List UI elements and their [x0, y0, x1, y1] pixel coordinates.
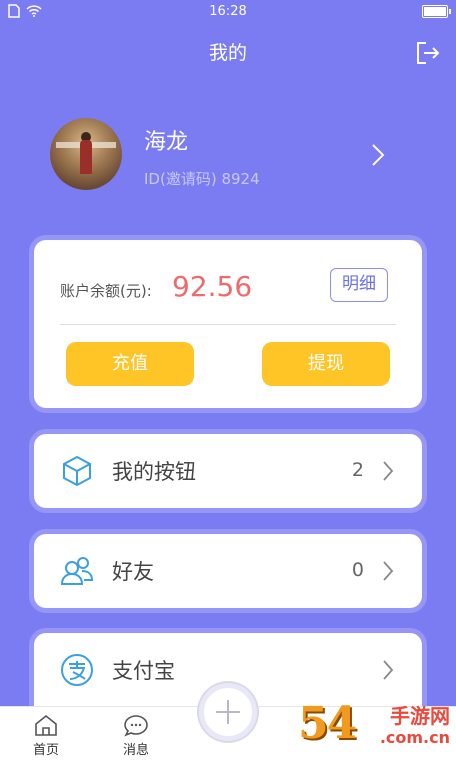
tab-messages[interactable]: 消息 [106, 713, 166, 758]
message-icon [124, 715, 148, 737]
status-time: 16:28 [209, 4, 247, 19]
cube-icon [63, 455, 91, 487]
menu-item-count: 2 [351, 459, 364, 481]
page-header: 我的 [0, 24, 456, 80]
divider [60, 324, 396, 325]
tab-home-label: 首页 [32, 743, 59, 758]
watermark-logo: 54 手游网 .com.cn [298, 696, 450, 756]
profile-section[interactable]: 海龙 ID(邀请码) 8924 [0, 110, 456, 200]
chevron-right-icon [383, 660, 394, 680]
balance-value: 92.56 [172, 270, 253, 303]
page-title: 我的 [208, 42, 247, 64]
add-button[interactable] [199, 683, 257, 741]
avatar[interactable] [50, 118, 122, 190]
chevron-right-icon[interactable] [370, 142, 386, 168]
chevron-right-icon [383, 561, 394, 581]
recharge-button[interactable]: 充值 [66, 342, 194, 386]
balance-card: 账户余额(元): 92.56 明细 充值 提现 [34, 240, 422, 408]
status-bar: 16:28 [0, 0, 456, 24]
chevron-right-icon [383, 461, 394, 481]
menu-item-count: 0 [351, 559, 364, 581]
watermark-url: .com.cn [379, 728, 450, 747]
logout-icon[interactable] [412, 38, 442, 68]
profile-id: ID(邀请码) 8924 [144, 170, 260, 188]
tab-home[interactable]: 首页 [16, 713, 76, 758]
balance-label: 账户余额(元): [60, 282, 152, 300]
alipay-icon [61, 654, 93, 686]
watermark-text: 手游网 [390, 704, 450, 728]
menu-item-label: 我的按钮 [112, 460, 196, 484]
home-icon [35, 714, 57, 736]
tab-messages-label: 消息 [122, 743, 149, 758]
profile-name: 海龙 [144, 130, 189, 155]
detail-button[interactable]: 明细 [330, 268, 388, 302]
withdraw-button[interactable]: 提现 [262, 342, 390, 386]
battery-icon [422, 5, 451, 18]
menu-item-my-buttons[interactable]: 我的按钮 2 [34, 434, 422, 508]
menu-item-friends[interactable]: 好友 0 [34, 534, 422, 608]
friends-icon [60, 557, 94, 585]
menu-item-label: 好友 [112, 560, 154, 584]
menu-item-label: 支付宝 [112, 659, 175, 683]
watermark-number: 54 [298, 698, 357, 749]
